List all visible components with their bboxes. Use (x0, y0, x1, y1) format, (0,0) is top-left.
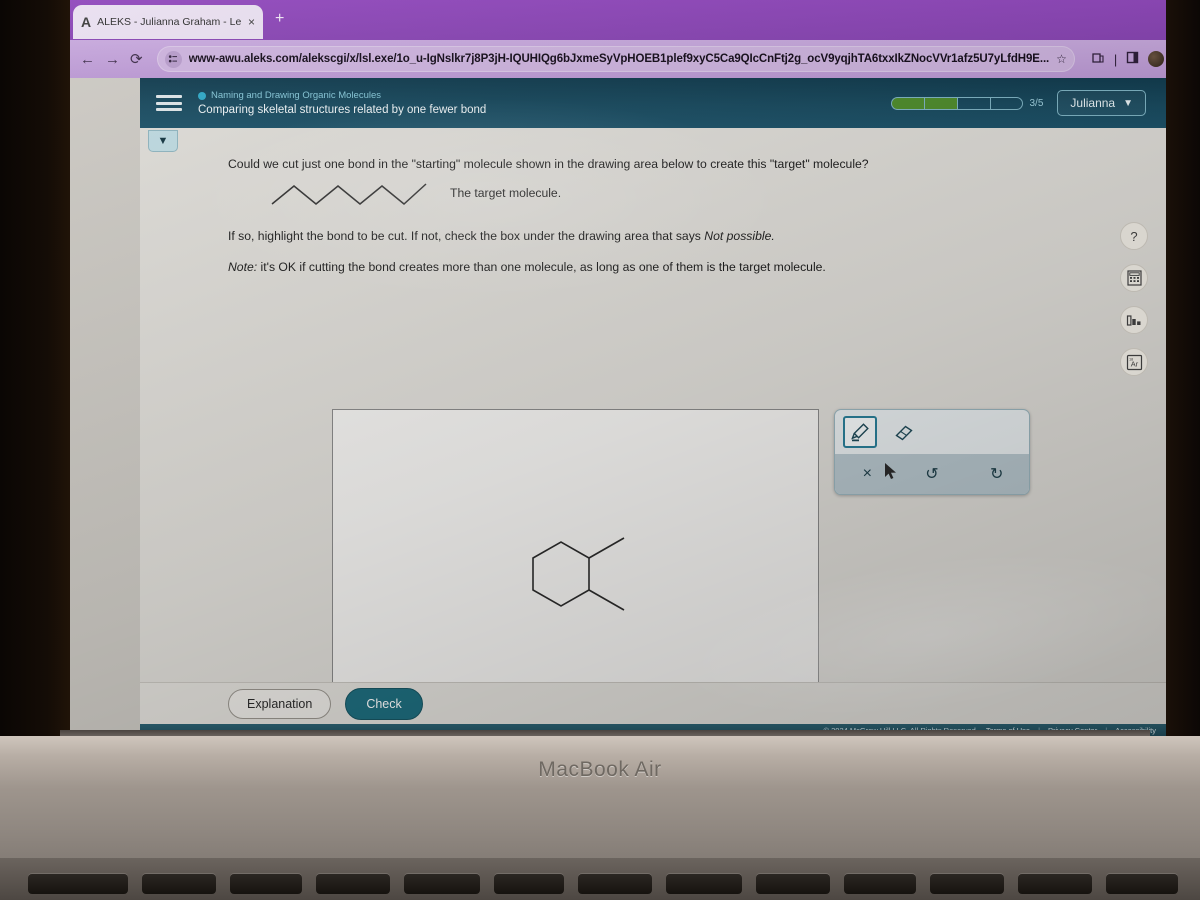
highlight-instruction-text: If so, highlight the bond to be cut. If … (228, 229, 705, 244)
keyboard-row (0, 858, 1200, 900)
question-prompt: Could we cut just one bond in the "start… (228, 157, 869, 171)
keyboard-key[interactable] (494, 874, 564, 894)
forward-icon[interactable]: → (105, 49, 120, 69)
keyboard-key[interactable] (316, 874, 390, 894)
progress-segment (891, 96, 925, 110)
device-brand-label: MacBook Air (538, 758, 662, 781)
bar-chart-icon[interactable] (1120, 306, 1148, 334)
page-title: Comparing skeletal structures related by… (198, 104, 487, 116)
breadcrumb-label: Naming and Drawing Organic Molecules (211, 90, 382, 101)
address-bar[interactable]: www-awu.aleks.com/alekscgi/x/lsl.exe/1o_… (156, 46, 1075, 72)
browser-tab-strip: A ALEKS - Julianna Graham - Le × + (70, 0, 1166, 40)
target-molecule-row: The target molecule. (268, 176, 1018, 210)
aleks-favicon: A (81, 14, 92, 30)
url-text: www-awu.aleks.com/alekscgi/x/lsl.exe/1o_… (188, 53, 1050, 65)
drawing-tool-row (835, 410, 1029, 454)
help-icon[interactable]: ? (1120, 222, 1148, 250)
keyboard-key[interactable] (578, 874, 652, 894)
note-label: Note: (228, 259, 258, 274)
progress-segment (957, 96, 991, 110)
room-shadow-left (0, 0, 78, 760)
highlighter-tool-button[interactable] (843, 416, 877, 448)
utility-rail: ? Ar 18 (1120, 222, 1148, 376)
keyboard-key[interactable] (756, 874, 830, 894)
check-button[interactable]: Check (345, 687, 423, 720)
explanation-button[interactable]: Explanation (228, 688, 332, 719)
keyboard-key[interactable] (1106, 874, 1178, 894)
target-molecule-caption: The target molecule. (450, 186, 562, 201)
side-panel-icon[interactable] (1126, 51, 1139, 67)
drawing-area[interactable] (332, 409, 819, 729)
clear-canvas-button[interactable]: × (847, 465, 887, 483)
keyboard-key[interactable] (230, 874, 302, 894)
keyboard-key[interactable] (930, 874, 1004, 894)
not-possible-emphasis: Not possible. (704, 229, 775, 244)
reload-icon[interactable]: ⟳ (130, 49, 143, 69)
periodic-table-icon[interactable]: Ar 18 (1120, 348, 1148, 376)
keyboard-key[interactable] (28, 874, 128, 894)
breadcrumb: Naming and Drawing Organic Molecules (198, 90, 486, 101)
drawing-toolbar: × ↺ ↻ (834, 409, 1030, 495)
undo-button[interactable]: ↺ (912, 464, 952, 484)
user-menu[interactable]: Julianna ▼ (1057, 90, 1146, 116)
target-molecule-structure (271, 183, 427, 206)
highlight-instruction: If so, highlight the bond to be cut. If … (228, 228, 1018, 244)
browser-toolbar: ← → ⟳ www-awu.aleks.com/alekscgi/x/lsl.e… (70, 40, 1166, 78)
toolbar-divider: | (1113, 51, 1118, 67)
eraser-tool-button[interactable] (887, 416, 921, 448)
mouse-cursor (885, 463, 896, 479)
photo-scene: A ALEKS - Julianna Graham - Le × + ← → ⟳ (0, 0, 1200, 900)
header-right: 3/5 Julianna ▼ (891, 90, 1166, 116)
extensions-icon[interactable] (1091, 51, 1105, 68)
question-content: ▼ Could we cut just one bond in the "sta… (140, 128, 1166, 736)
browser-tab[interactable]: A ALEKS - Julianna Graham - Le × (73, 5, 263, 39)
keyboard-key[interactable] (142, 874, 216, 894)
aleks-page: Naming and Drawing Organic Molecules Com… (70, 78, 1166, 736)
progress-indicator: 3/5 (891, 96, 1044, 110)
header-titles: Naming and Drawing Organic Molecules Com… (198, 90, 486, 116)
note-text: it's OK if cutting the bond creates more… (257, 259, 826, 274)
close-tab-icon[interactable]: × (248, 16, 255, 28)
svg-text:18: 18 (1129, 357, 1133, 361)
chevron-down-icon: ▼ (1123, 97, 1133, 109)
room-shadow-right (1166, 0, 1200, 740)
browser-tab-title: ALEKS - Julianna Graham - Le (97, 16, 242, 28)
redo-button[interactable]: ↻ (977, 464, 1017, 484)
action-button-bar: Explanation Check (140, 682, 1166, 724)
user-name: Julianna (1070, 96, 1116, 110)
drawing-action-row: × ↺ ↻ (835, 454, 1029, 494)
question-body: Could we cut just one bond in the "start… (228, 156, 1018, 275)
back-icon[interactable]: ← (80, 49, 95, 69)
site-settings-icon[interactable] (164, 50, 182, 68)
calculator-icon[interactable] (1120, 264, 1148, 292)
profile-avatar[interactable] (1148, 51, 1165, 67)
progress-segment (990, 96, 1024, 110)
bookmark-star-icon[interactable]: ☆ (1056, 52, 1067, 66)
keyboard-key[interactable] (666, 874, 742, 894)
question-note: Note: it's OK if cutting the bond create… (228, 259, 1018, 275)
progress-track (891, 96, 1024, 110)
aleks-app-header: Naming and Drawing Organic Molecules Com… (140, 78, 1166, 128)
keyboard-key[interactable] (844, 874, 916, 894)
help-glyph: ? (1130, 228, 1138, 244)
collapse-panel-button[interactable]: ▼ (148, 130, 178, 152)
keyboard-key[interactable] (404, 874, 480, 894)
new-tab-button[interactable]: + (275, 11, 284, 27)
breadcrumb-dot-icon (198, 91, 206, 100)
browser-toolbar-right: | (1085, 51, 1165, 68)
progress-label: 3/5 (1029, 97, 1044, 109)
progress-segment (924, 96, 958, 110)
keyboard-key[interactable] (1018, 874, 1092, 894)
hamburger-menu-icon[interactable] (156, 92, 182, 114)
browser-window: A ALEKS - Julianna Graham - Le × + ← → ⟳ (70, 0, 1166, 736)
